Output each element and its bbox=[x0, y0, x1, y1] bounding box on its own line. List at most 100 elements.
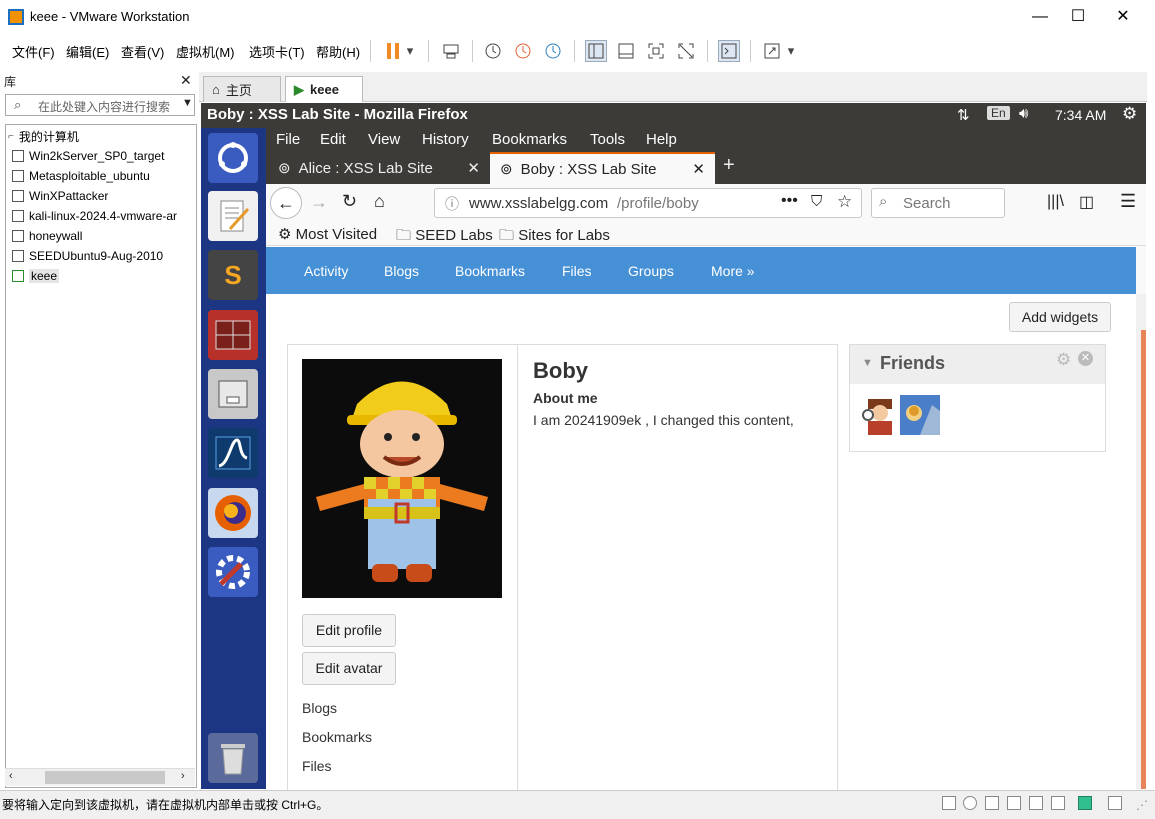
tree-item-vm[interactable]: kali-linux-2024.4-vmware-ar bbox=[12, 209, 194, 223]
back-icon[interactable]: ← bbox=[270, 187, 302, 219]
menu-vm[interactable]: 虚拟机(M) bbox=[176, 42, 235, 61]
profile-link-files[interactable]: Files bbox=[302, 758, 332, 774]
keyboard-layout-indicator[interactable]: En bbox=[987, 106, 1010, 120]
collapse-icon[interactable]: ▼ bbox=[862, 357, 873, 369]
library-close-icon[interactable]: ✕ bbox=[180, 72, 192, 89]
edit-avatar-button[interactable]: Edit avatar bbox=[302, 652, 396, 685]
snapshot-icon[interactable] bbox=[482, 40, 504, 62]
ff-menu-bookmarks[interactable]: Bookmarks bbox=[492, 131, 567, 148]
info-icon[interactable]: ⓘ bbox=[445, 194, 459, 214]
tree-item-vm[interactable]: honeywall bbox=[12, 229, 82, 243]
tab-keee[interactable]: ▶ keee bbox=[285, 76, 363, 102]
message-icon[interactable] bbox=[1078, 796, 1092, 810]
ff-menu-edit[interactable]: Edit bbox=[320, 131, 346, 148]
close-icon[interactable]: ✕ bbox=[1078, 351, 1093, 366]
terminal-app-icon[interactable] bbox=[208, 310, 258, 360]
scroll-right-icon[interactable]: › bbox=[181, 770, 185, 782]
console-view-icon[interactable] bbox=[615, 40, 637, 62]
wireshark-icon[interactable] bbox=[208, 428, 258, 478]
nav-files[interactable]: Files bbox=[562, 263, 592, 279]
dash-home-icon[interactable] bbox=[208, 133, 258, 183]
cd-icon[interactable] bbox=[963, 796, 977, 810]
snapshot-manager-icon[interactable] bbox=[542, 40, 564, 62]
gear-icon[interactable]: ⚙ bbox=[1122, 104, 1137, 124]
add-widgets-button[interactable]: Add widgets bbox=[1009, 302, 1111, 332]
nav-more[interactable]: More » bbox=[711, 263, 755, 279]
file-manager-icon[interactable] bbox=[208, 369, 258, 419]
sublime-text-icon[interactable]: S bbox=[208, 250, 258, 300]
stretch-icon[interactable] bbox=[761, 40, 783, 62]
bookmark-most-visited[interactable]: ⚙ Most Visited bbox=[278, 225, 377, 243]
network-adapter-icon[interactable] bbox=[985, 796, 999, 810]
ff-menu-view[interactable]: View bbox=[368, 131, 400, 148]
resize-grip-icon[interactable]: ⋰ bbox=[1136, 798, 1148, 812]
menu-help[interactable]: 帮助(H) bbox=[316, 42, 360, 61]
fullscreen-toggle-icon[interactable] bbox=[1108, 796, 1122, 810]
menu-tabs[interactable]: 选项卡(T) bbox=[249, 42, 305, 61]
ff-menu-help[interactable]: Help bbox=[646, 131, 677, 148]
tree-item-vm[interactable]: Win2kServer_SP0_target bbox=[12, 149, 164, 163]
send-keys-icon[interactable] bbox=[440, 40, 462, 62]
nav-blogs[interactable]: Blogs bbox=[384, 263, 419, 279]
chevron-down-icon[interactable]: ▼ bbox=[182, 97, 193, 109]
ff-menu-history[interactable]: History bbox=[422, 131, 469, 148]
revert-snapshot-icon[interactable] bbox=[512, 40, 534, 62]
tree-item-vm[interactable]: SEEDUbuntu9-Aug-2010 bbox=[12, 249, 163, 263]
firefox-icon[interactable] bbox=[208, 488, 258, 538]
forward-icon[interactable]: → bbox=[310, 192, 328, 213]
terminal-icon[interactable] bbox=[718, 40, 740, 62]
library-icon[interactable]: |||\ bbox=[1047, 193, 1064, 211]
nav-activity[interactable]: Activity bbox=[304, 263, 348, 279]
chevron-down-icon[interactable]: ▾ bbox=[783, 40, 799, 62]
library-toggle-icon[interactable] bbox=[585, 40, 607, 62]
chevron-down-icon[interactable]: ▾ bbox=[402, 40, 418, 62]
text-editor-icon[interactable] bbox=[208, 191, 258, 241]
ff-menu-file[interactable]: File bbox=[276, 131, 300, 148]
volume-icon[interactable]: 🔊︎ bbox=[1019, 105, 1028, 122]
page-actions-icon[interactable]: ••• bbox=[781, 192, 798, 210]
library-horizontal-scrollbar[interactable]: ‹ › bbox=[5, 768, 195, 786]
close-button[interactable]: ✕ bbox=[1100, 0, 1146, 34]
friend-avatar[interactable] bbox=[900, 395, 940, 435]
usb-icon[interactable] bbox=[1007, 796, 1021, 810]
display-icon[interactable] bbox=[1051, 796, 1065, 810]
scroll-thumb[interactable] bbox=[45, 771, 165, 784]
tree-root-my-computer[interactable]: ⌐ 我的计算机 bbox=[8, 128, 79, 145]
tree-item-vm[interactable]: Metasploitable_ubuntu bbox=[12, 169, 150, 183]
tab-home[interactable]: ⌂ 主页 bbox=[203, 76, 281, 102]
library-search-input[interactable]: ⌕ 在此处键入内容进行搜索 ▼ bbox=[5, 94, 195, 116]
pocket-icon[interactable]: ⛉ bbox=[811, 193, 822, 210]
fullscreen-icon[interactable] bbox=[645, 40, 667, 62]
menu-file[interactable]: 文件(F) bbox=[12, 42, 55, 61]
menu-view[interactable]: 查看(V) bbox=[121, 42, 164, 61]
pause-icon[interactable] bbox=[382, 40, 404, 62]
trash-icon[interactable] bbox=[208, 733, 258, 783]
tree-item-vm[interactable]: WinXPattacker bbox=[12, 189, 108, 203]
ff-menu-tools[interactable]: Tools bbox=[590, 131, 625, 148]
gear-icon[interactable]: ⚙ bbox=[1056, 350, 1071, 370]
profile-link-blogs[interactable]: Blogs bbox=[302, 700, 337, 716]
page-scroll-thumb[interactable] bbox=[1141, 330, 1146, 789]
nav-groups[interactable]: Groups bbox=[628, 263, 674, 279]
hamburger-menu-icon[interactable]: ☰ bbox=[1120, 191, 1136, 212]
friend-avatar[interactable] bbox=[860, 395, 900, 435]
scroll-left-icon[interactable]: ‹ bbox=[9, 770, 13, 782]
avatar[interactable] bbox=[302, 359, 502, 598]
profile-link-bookmarks[interactable]: Bookmarks bbox=[302, 729, 372, 745]
sidebar-icon[interactable]: ◫ bbox=[1079, 192, 1094, 212]
tab-boby[interactable]: ⊚ Boby : XSS Lab Site ✕ bbox=[490, 152, 715, 184]
tree-expander-icon[interactable]: ⌐ bbox=[8, 131, 14, 142]
clock[interactable]: 7:34 AM bbox=[1055, 107, 1106, 123]
new-tab-icon[interactable]: + bbox=[723, 154, 735, 177]
sound-icon[interactable] bbox=[1029, 796, 1043, 810]
unity-icon[interactable] bbox=[675, 40, 697, 62]
system-settings-icon[interactable] bbox=[208, 547, 258, 597]
menu-edit[interactable]: 编辑(E) bbox=[66, 42, 109, 61]
tab-alice[interactable]: ⊚ Alice : XSS Lab Site ✕ bbox=[268, 152, 490, 184]
close-tab-icon[interactable]: ✕ bbox=[467, 159, 480, 177]
bookmark-star-icon[interactable]: ☆ bbox=[837, 192, 852, 212]
network-icon[interactable]: ⇅ bbox=[957, 106, 970, 124]
tree-item-vm-selected[interactable]: keee bbox=[12, 269, 60, 283]
maximize-button[interactable]: ☐ bbox=[1055, 0, 1101, 34]
search-input[interactable]: ⌕ Search bbox=[871, 188, 1005, 218]
